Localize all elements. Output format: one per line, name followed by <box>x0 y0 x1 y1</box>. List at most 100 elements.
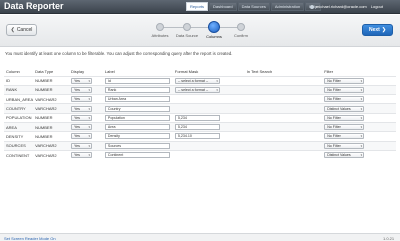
format-mask-value: -- select a format -- <box>177 87 209 92</box>
chevron-down-icon: ▾ <box>360 106 363 111</box>
cell-label: Density <box>102 131 173 142</box>
wizard-step-attributes[interactable]: Attributes <box>146 21 174 38</box>
format-mask-input[interactable]: 5,234 <box>174 124 220 131</box>
step-label: Columns <box>206 34 222 39</box>
cell-in-text-search <box>244 94 323 104</box>
wizard-step-columns[interactable]: Columns <box>200 21 228 39</box>
cell-data-type: VARCHAR2 <box>33 149 70 160</box>
label-input[interactable]: Id <box>104 77 170 84</box>
column-header: Display <box>71 69 85 75</box>
display-select[interactable]: Yes ▾ <box>71 152 93 159</box>
display-select[interactable]: Yes ▾ <box>71 114 93 121</box>
cell-filter: No Filter ▾ <box>322 131 396 142</box>
format-mask-select[interactable]: -- select a format -- ▾ <box>174 86 220 93</box>
cell-display: Yes ▾ <box>69 112 103 123</box>
cell-format-mask: 5,234.10 <box>172 131 245 142</box>
cell-display: Yes ▾ <box>69 121 103 132</box>
step-dot <box>237 23 245 31</box>
chevron-down-icon: ▾ <box>360 87 363 92</box>
table-row: COUNTRY VARCHAR2 Yes ▾ Country Distinct Value… <box>4 103 396 114</box>
filter-value: No Filter <box>327 125 341 130</box>
wizard-step-data-source[interactable]: Data Source <box>173 21 201 38</box>
cell-format-mask: 5,234 <box>172 112 245 123</box>
cell-in-text-search <box>244 131 323 142</box>
display-select[interactable]: Yes ▾ <box>71 86 93 93</box>
cell-label: Area <box>102 121 173 132</box>
format-mask-input[interactable]: 5,234 <box>174 114 220 121</box>
table-row: CONTINENT VARCHAR2 Yes ▾ Continent Distinct V… <box>4 149 396 160</box>
next-button[interactable]: Next ❯ <box>362 24 393 36</box>
filter-select[interactable]: No Filter ▾ <box>324 114 365 121</box>
column-header: In Text Search <box>246 69 273 75</box>
footer: Set Screen Reader Mode On 1.0.21 <box>0 233 400 241</box>
cell-column-name: ID <box>4 75 34 86</box>
display-select[interactable]: Yes ▾ <box>71 133 93 140</box>
cell-filter: No Filter ▾ <box>322 112 396 123</box>
label-input[interactable]: Sources <box>104 142 170 149</box>
display-select[interactable]: Yes ▾ <box>71 142 93 149</box>
topnav-item-dashboard[interactable]: Dashboard <box>209 2 237 11</box>
filter-value: No Filter <box>327 115 341 120</box>
format-mask-input[interactable]: 5,234.10 <box>174 133 220 140</box>
cell-column-name: SOURCES <box>4 140 34 151</box>
filter-select[interactable]: No Filter ▾ <box>324 133 365 140</box>
cell-display: Yes ▾ <box>69 75 103 86</box>
step-label: Confirm <box>233 33 248 38</box>
topnav-item-reports[interactable]: Reports <box>186 2 209 11</box>
filter-select[interactable]: No Filter ▾ <box>324 142 365 149</box>
label-input[interactable]: Population <box>104 114 170 121</box>
wizard-step-confirm[interactable]: Confirm <box>227 21 255 38</box>
wizard-header: ❮ Cancel Attributes Data Source Columns Con… <box>0 15 400 47</box>
filter-select[interactable]: No Filter ▾ <box>324 124 365 131</box>
cell-column-name: POPULATION <box>4 112 34 123</box>
filter-select[interactable]: No Filter ▾ <box>324 96 365 103</box>
chevron-down-icon: ▾ <box>360 153 363 158</box>
cell-filter: No Filter ▾ <box>322 75 396 86</box>
filter-select[interactable]: Distinct Values ▾ <box>324 105 365 112</box>
chevron-down-icon: ▾ <box>88 125 91 130</box>
display-select[interactable]: Yes ▾ <box>71 105 93 112</box>
logout-link[interactable]: Logout <box>371 4 383 9</box>
column-header: Column <box>6 69 20 75</box>
app-title: Data Reporter <box>4 1 64 11</box>
top-bar: Data Reporter Reports Dashboard Data Sourc… <box>0 0 400 14</box>
filter-select[interactable]: No Filter ▾ <box>324 77 365 84</box>
label-input[interactable]: Area <box>104 124 170 131</box>
label-input[interactable]: Urban Area <box>104 96 170 103</box>
cell-data-type: VARCHAR2 <box>33 140 70 151</box>
label-input[interactable]: Density <box>104 133 170 140</box>
display-value: Yes <box>74 143 80 148</box>
cell-format-mask <box>172 94 245 104</box>
format-mask-select[interactable]: -- select a format -- ▾ <box>174 77 220 84</box>
cancel-button[interactable]: ❮ Cancel <box>6 24 37 36</box>
cell-filter: No Filter ▾ <box>322 94 396 104</box>
column-header: Data Type <box>35 69 54 75</box>
display-select[interactable]: Yes ▾ <box>71 77 93 84</box>
cell-column-name: DENSITY <box>4 131 34 142</box>
cell-in-text-search <box>244 75 323 86</box>
cell-label: Id <box>102 75 173 86</box>
column-header: Label <box>104 69 115 75</box>
cell-in-text-search <box>244 140 323 151</box>
filter-select[interactable]: Distinct Values ▾ <box>324 152 365 159</box>
chevron-down-icon: ▾ <box>360 97 363 102</box>
cell-filter: Distinct Values ▾ <box>322 103 396 114</box>
table-row: DENSITY NUMBER Yes ▾ Density 5,234.10 No Filte… <box>4 131 396 142</box>
cell-data-type: NUMBER <box>33 112 70 123</box>
filter-select[interactable]: No Filter ▾ <box>324 86 365 93</box>
cell-label: Population <box>102 112 173 123</box>
step-label: Data Source <box>175 33 199 38</box>
label-input[interactable]: Rank <box>104 86 170 93</box>
topnav-item-administration[interactable]: Administration <box>270 2 305 11</box>
screen-reader-mode-link[interactable]: Set Screen Reader Mode On <box>4 236 56 241</box>
display-value: Yes <box>74 87 80 92</box>
cell-format-mask: 5,234 <box>172 121 245 132</box>
topnav-item-data-sources[interactable]: Data Sources <box>237 2 270 11</box>
cell-display: Yes ▾ <box>69 94 103 104</box>
user-menu[interactable]: michael.richard@oracle.com Logout <box>310 4 383 9</box>
label-input[interactable]: Continent <box>104 152 170 159</box>
label-input[interactable]: Country <box>104 105 170 112</box>
display-select[interactable]: Yes ▾ <box>71 124 93 131</box>
display-select[interactable]: Yes ▾ <box>71 96 93 103</box>
cell-format-mask <box>172 149 245 160</box>
